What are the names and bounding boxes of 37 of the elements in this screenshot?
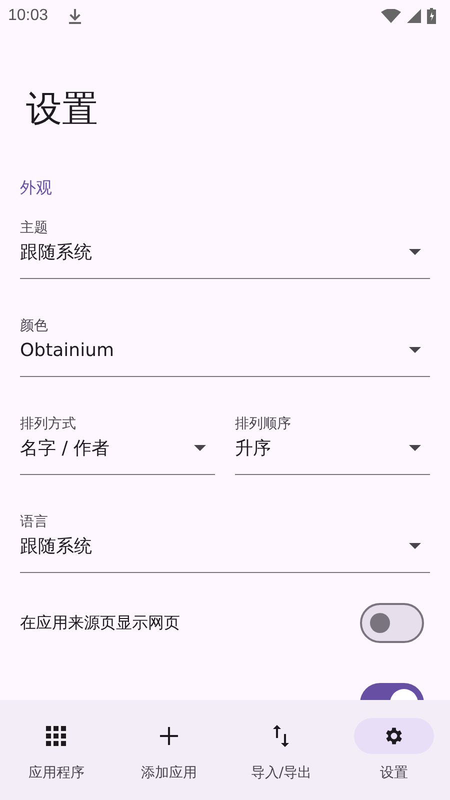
dropdown-arrow-icon bbox=[409, 445, 421, 451]
field-value: 跟随系统 bbox=[20, 241, 92, 264]
nav-tab[interactable] bbox=[354, 718, 434, 754]
field-value: 名字 / 作者 bbox=[20, 437, 110, 460]
field-value: 升序 bbox=[235, 437, 271, 460]
grid-icon bbox=[46, 726, 66, 746]
field-label: 排列顺序 bbox=[235, 415, 292, 434]
dropdown-field[interactable]: 主题 跟随系统 bbox=[20, 218, 430, 279]
field-label: 排列方式 bbox=[20, 415, 77, 434]
dropdown-field[interactable]: 排列顺序 升序 bbox=[235, 414, 430, 475]
field-label: 颜色 bbox=[20, 317, 49, 336]
field-value: 跟随系统 bbox=[20, 535, 92, 558]
signal-icon bbox=[407, 9, 421, 23]
nav-label: 添加应用 bbox=[140, 764, 197, 782]
plus-icon bbox=[160, 727, 178, 745]
field-value: Obtainium bbox=[20, 340, 114, 360]
status-time: 10:03 bbox=[8, 7, 48, 25]
battery-icon bbox=[427, 8, 436, 24]
dropdown-arrow-icon bbox=[409, 543, 421, 549]
up-down-arrows-icon bbox=[272, 725, 290, 747]
section-heading: 外观 bbox=[20, 177, 53, 199]
setting-label: 在应用来源页显示网页 bbox=[20, 612, 180, 634]
dropdown-field[interactable]: 颜色 Obtainium bbox=[20, 316, 430, 377]
nav-label: 导入/导出 bbox=[250, 764, 312, 782]
wifi-icon bbox=[381, 9, 401, 23]
field-label: 主题 bbox=[20, 219, 49, 238]
dropdown-arrow-icon bbox=[409, 347, 421, 353]
download-icon bbox=[68, 8, 82, 24]
field-label: 语言 bbox=[20, 513, 49, 532]
dropdown-arrow-icon bbox=[194, 445, 206, 451]
page-title: 设置 bbox=[26, 88, 99, 132]
toggle-switch[interactable] bbox=[360, 603, 424, 643]
dropdown-field[interactable]: 语言 跟随系统 bbox=[20, 512, 430, 573]
dropdown-field[interactable]: 排列方式 名字 / 作者 bbox=[20, 414, 215, 475]
nav-label: 应用程序 bbox=[28, 764, 84, 782]
nav-label: 设置 bbox=[380, 764, 408, 782]
dropdown-arrow-icon bbox=[409, 249, 421, 255]
